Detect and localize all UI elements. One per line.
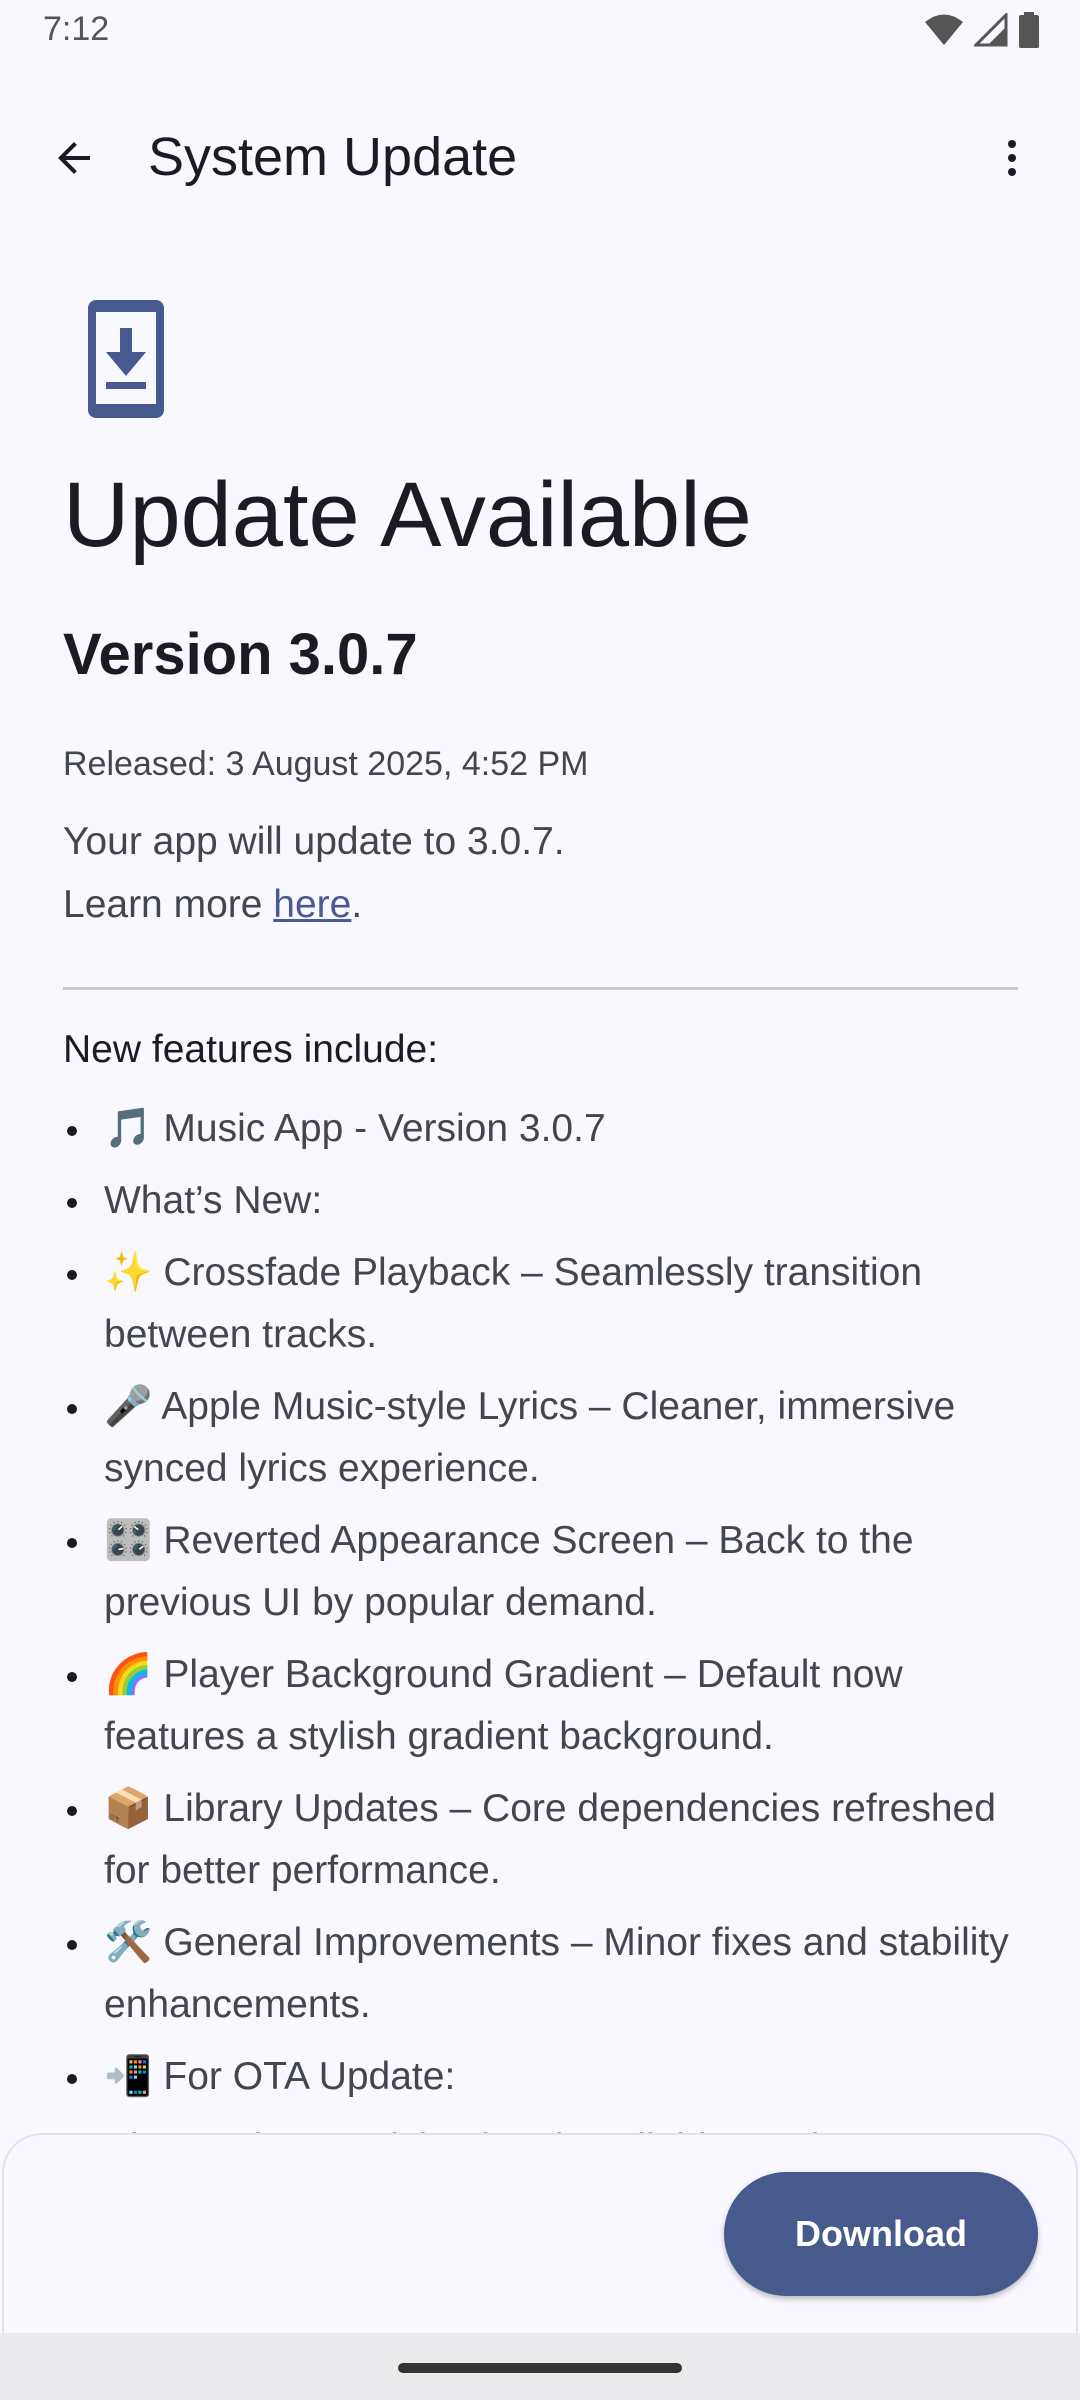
list-item: 🛠️ General Improvements – Minor fixes an… (63, 1912, 1023, 2036)
status-icons (924, 12, 1040, 48)
learn-more-line: Learn more here. (63, 873, 565, 936)
learn-more-link[interactable]: here (273, 883, 351, 926)
wifi-icon (925, 14, 963, 45)
list-item: ✨ Crossfade Playback – Seamlessly transi… (63, 1242, 1023, 1366)
learn-more-prefix: Learn more (63, 883, 274, 926)
list-item: 📦 Library Updates – Core dependencies re… (63, 1778, 1023, 1902)
update-heading: Update Available (63, 464, 752, 566)
system-update-screen: 7:12 System Update Update Available Vers… (0, 0, 1080, 2400)
more-vert-icon (1008, 140, 1016, 176)
download-button[interactable]: Download (724, 2172, 1038, 2296)
gesture-handle[interactable] (398, 2363, 682, 2373)
signal-icon (974, 13, 1008, 47)
list-item: 📲 For OTA Update: (63, 2046, 1023, 2108)
list-item: 🌈 Player Background Gradient – Default n… (63, 1644, 1023, 1768)
more-options-button[interactable] (968, 114, 1056, 202)
phone-download-icon (88, 300, 164, 418)
update-description: Your app will update to 3.0.7. Learn mor… (63, 810, 565, 936)
list-item: 🎤 Apple Music-style Lyrics – Cleaner, im… (63, 1376, 1023, 1500)
status-bar: 7:12 (0, 0, 1080, 62)
battery-icon (1019, 12, 1039, 48)
description-line: Your app will update to 3.0.7. (63, 820, 565, 863)
hero-icon-container (88, 300, 164, 423)
top-app-bar: System Update (0, 82, 1080, 212)
features-list: 🎵 Music App - Version 3.0.7 What’s New: … (63, 1098, 1023, 2190)
divider (63, 987, 1018, 990)
back-button[interactable] (30, 114, 118, 202)
list-item: 🎛️ Reverted Appearance Screen – Back to … (63, 1510, 1023, 1634)
list-item: What’s New: (63, 1170, 1023, 1232)
version-label: Version 3.0.7 (63, 622, 418, 687)
learn-more-suffix: . (351, 883, 363, 926)
release-date: Released: 3 August 2025, 4:52 PM (63, 745, 589, 783)
list-item: 🎵 Music App - Version 3.0.7 (63, 1098, 1023, 1160)
arrow-back-icon (58, 142, 90, 174)
app-bar-title: System Update (148, 127, 518, 187)
features-title: New features include: (63, 1028, 439, 1071)
status-time: 7:12 (43, 10, 110, 48)
navigation-bar (0, 2333, 1080, 2400)
